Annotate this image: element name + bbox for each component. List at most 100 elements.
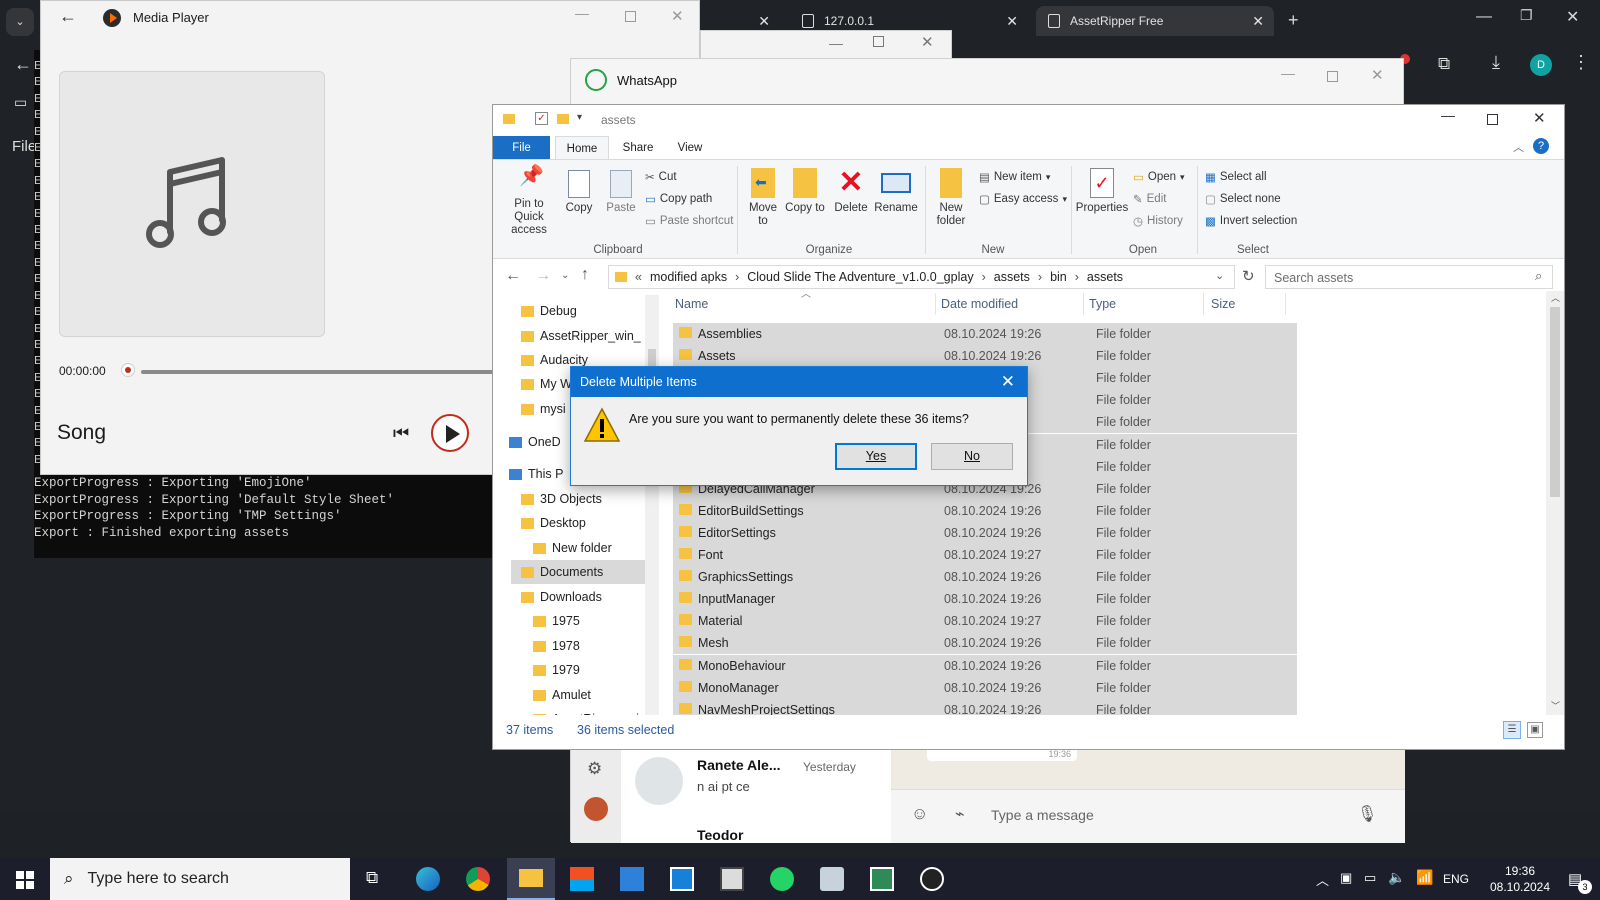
media-player-icon[interactable] bbox=[920, 867, 944, 891]
copy-path-button[interactable]: ▭ Copy path bbox=[645, 192, 712, 206]
tab-home[interactable]: Home bbox=[555, 136, 609, 160]
minimize-icon[interactable]: — bbox=[1281, 65, 1295, 81]
back-icon[interactable]: ← bbox=[505, 267, 521, 285]
invert-selection-button[interactable]: ▩ Invert selection bbox=[1205, 214, 1297, 228]
new-folder-button[interactable]: New folder bbox=[929, 168, 973, 228]
cut-button[interactable]: ✂ Cut bbox=[645, 170, 677, 184]
breadcrumb-assets-current[interactable]: assets bbox=[1087, 270, 1123, 284]
table-row[interactable]: Font 08.10.2024 19:27 File folder bbox=[673, 544, 1297, 566]
table-row[interactable]: Material 08.10.2024 19:27 File folder bbox=[673, 610, 1297, 633]
file-list-scrollbar[interactable]: ︿ ﹀ bbox=[1546, 291, 1564, 715]
chrome-tab-assetripper[interactable]: AssetRipper Free ✕ bbox=[1036, 6, 1274, 36]
maximize-icon[interactable] bbox=[1487, 114, 1498, 125]
whatsapp-icon[interactable] bbox=[770, 867, 794, 891]
minimize-icon[interactable]: — bbox=[1441, 107, 1455, 123]
folder-icon[interactable] bbox=[557, 114, 569, 124]
breadcrumb-bin[interactable]: bin bbox=[1050, 270, 1067, 284]
column-divider[interactable] bbox=[935, 293, 936, 315]
nav-item[interactable]: New folder bbox=[533, 536, 612, 560]
move-to-button[interactable]: ⬅ Move to bbox=[743, 168, 783, 228]
close-icon[interactable]: ✕ bbox=[1006, 13, 1018, 30]
nav-item[interactable]: OneD bbox=[509, 430, 561, 454]
refresh-icon[interactable]: ↻ bbox=[1242, 267, 1255, 285]
table-row[interactable]: Assemblies 08.10.2024 19:26 File folder bbox=[673, 323, 1297, 345]
table-row[interactable]: EditorBuildSettings 08.10.2024 19:26 File … bbox=[673, 499, 1297, 522]
address-dropdown-icon[interactable]: ⌄ bbox=[1215, 269, 1224, 282]
attach-icon[interactable]: ⌁ bbox=[955, 804, 965, 824]
settings-icon[interactable]: ⚙ bbox=[587, 759, 602, 779]
paste-shortcut-button[interactable]: ▭ Paste shortcut bbox=[645, 214, 733, 228]
close-icon[interactable]: ✕ bbox=[1001, 372, 1015, 392]
checkmark-icon[interactable]: ✓ bbox=[535, 112, 548, 125]
nav-item[interactable]: My W bbox=[521, 372, 572, 396]
open-button[interactable]: ▭ Open ▾ bbox=[1133, 170, 1185, 184]
breadcrumb-modified-apks[interactable]: modified apks bbox=[650, 270, 727, 284]
large-icons-view-icon[interactable]: ▣ bbox=[1527, 722, 1543, 738]
minimize-icon[interactable]: — bbox=[575, 5, 589, 21]
app-icon[interactable] bbox=[670, 867, 694, 891]
rename-button[interactable]: Rename bbox=[873, 168, 919, 215]
nav-item[interactable]: 1979 bbox=[533, 658, 580, 682]
maximize-icon[interactable] bbox=[625, 11, 636, 22]
close-icon[interactable]: ✕ bbox=[1252, 13, 1264, 30]
taskbar-search[interactable]: ⌕ Type here to search bbox=[50, 858, 350, 900]
emoji-icon[interactable]: ☺ bbox=[911, 804, 928, 824]
maximize-icon[interactable] bbox=[1327, 71, 1338, 82]
column-name[interactable]: Name bbox=[675, 297, 708, 311]
download-icon[interactable]: ⤓ bbox=[1492, 52, 1500, 73]
scroll-down-icon[interactable]: ﹀ bbox=[1551, 699, 1560, 712]
nav-item[interactable]: 1975 bbox=[533, 609, 580, 633]
extensions-icon[interactable]: ⧉ bbox=[1438, 54, 1450, 74]
paste-button[interactable]: Paste bbox=[601, 170, 641, 215]
tab-search-button[interactable]: ⌄ bbox=[6, 8, 34, 36]
chrome-minimize-button[interactable]: — bbox=[1476, 8, 1492, 26]
microsoft-store-icon[interactable] bbox=[570, 867, 594, 891]
column-type[interactable]: Type bbox=[1089, 297, 1116, 311]
chevron-up-icon[interactable]: ︿ bbox=[1316, 870, 1329, 889]
nav-item[interactable]: 3D Objects bbox=[521, 487, 602, 511]
back-icon[interactable]: ← bbox=[14, 54, 32, 75]
nav-item[interactable]: Amulet bbox=[533, 683, 591, 707]
table-row[interactable]: MonoBehaviour 08.10.2024 19:26 File folder bbox=[673, 654, 1297, 677]
mail-icon[interactable] bbox=[620, 867, 644, 891]
message-input[interactable]: Type a message bbox=[991, 807, 1094, 823]
new-item-button[interactable]: ▤ New item ▾ bbox=[979, 170, 1050, 184]
tab-file[interactable]: File bbox=[493, 136, 550, 160]
properties-button[interactable]: ✓ Properties bbox=[1075, 168, 1129, 215]
help-icon[interactable]: ? bbox=[1533, 138, 1549, 154]
language-indicator[interactable]: ENG bbox=[1443, 872, 1469, 886]
app-window-icon[interactable] bbox=[720, 867, 744, 891]
scroll-up-icon[interactable]: ︿ bbox=[1551, 291, 1560, 304]
nav-item[interactable]: This P bbox=[509, 462, 563, 486]
table-row[interactable]: GraphicsSettings 08.10.2024 19:26 File fol… bbox=[673, 566, 1297, 589]
close-icon[interactable]: ✕ bbox=[1371, 66, 1384, 84]
navigation-scrollbar[interactable] bbox=[645, 295, 659, 715]
table-row[interactable]: Assets 08.10.2024 19:26 File folder bbox=[673, 345, 1297, 368]
menu-icon[interactable]: ⋮ bbox=[1572, 52, 1590, 73]
column-size[interactable]: Size bbox=[1211, 297, 1235, 311]
nav-item[interactable]: AssetRipper_win_ bbox=[521, 324, 641, 348]
close-icon[interactable]: ✕ bbox=[758, 13, 770, 30]
chrome-close-button[interactable]: ✕ bbox=[1566, 7, 1579, 27]
chat-name-2[interactable]: Teodor bbox=[697, 827, 743, 843]
copy-button[interactable]: Copy bbox=[559, 170, 599, 215]
table-row[interactable]: MonoManager 08.10.2024 19:26 File folder bbox=[673, 676, 1297, 699]
quick-access-dropdown-icon[interactable]: ▾ bbox=[577, 112, 582, 123]
app-green-icon[interactable] bbox=[870, 867, 894, 891]
easy-access-button[interactable]: ▢ Easy access ▾ bbox=[979, 192, 1067, 206]
select-all-button[interactable]: ▦ Select all bbox=[1205, 170, 1267, 184]
pin-button[interactable]: 📌 Pin to Quick access bbox=[499, 166, 559, 237]
chrome-icon[interactable] bbox=[466, 867, 490, 891]
table-row[interactable]: EditorSettings 08.10.2024 19:26 File folde… bbox=[673, 521, 1297, 544]
nav-item[interactable]: mysi bbox=[521, 397, 566, 421]
meet-icon[interactable]: ▣ bbox=[1340, 870, 1352, 886]
battery-icon[interactable]: ▭ bbox=[1364, 870, 1376, 886]
profile-avatar[interactable] bbox=[584, 797, 608, 821]
taskbar-search-input[interactable]: Type here to search bbox=[88, 870, 229, 888]
task-view-icon[interactable]: ⧉ bbox=[366, 868, 378, 888]
tab-share[interactable]: Share bbox=[613, 136, 663, 160]
avatar[interactable]: D bbox=[1530, 54, 1552, 76]
recent-locations-icon[interactable]: ⌄ bbox=[561, 270, 569, 281]
column-divider[interactable] bbox=[1083, 293, 1084, 315]
table-row[interactable]: InputManager 08.10.2024 19:26 File folder bbox=[673, 588, 1297, 611]
